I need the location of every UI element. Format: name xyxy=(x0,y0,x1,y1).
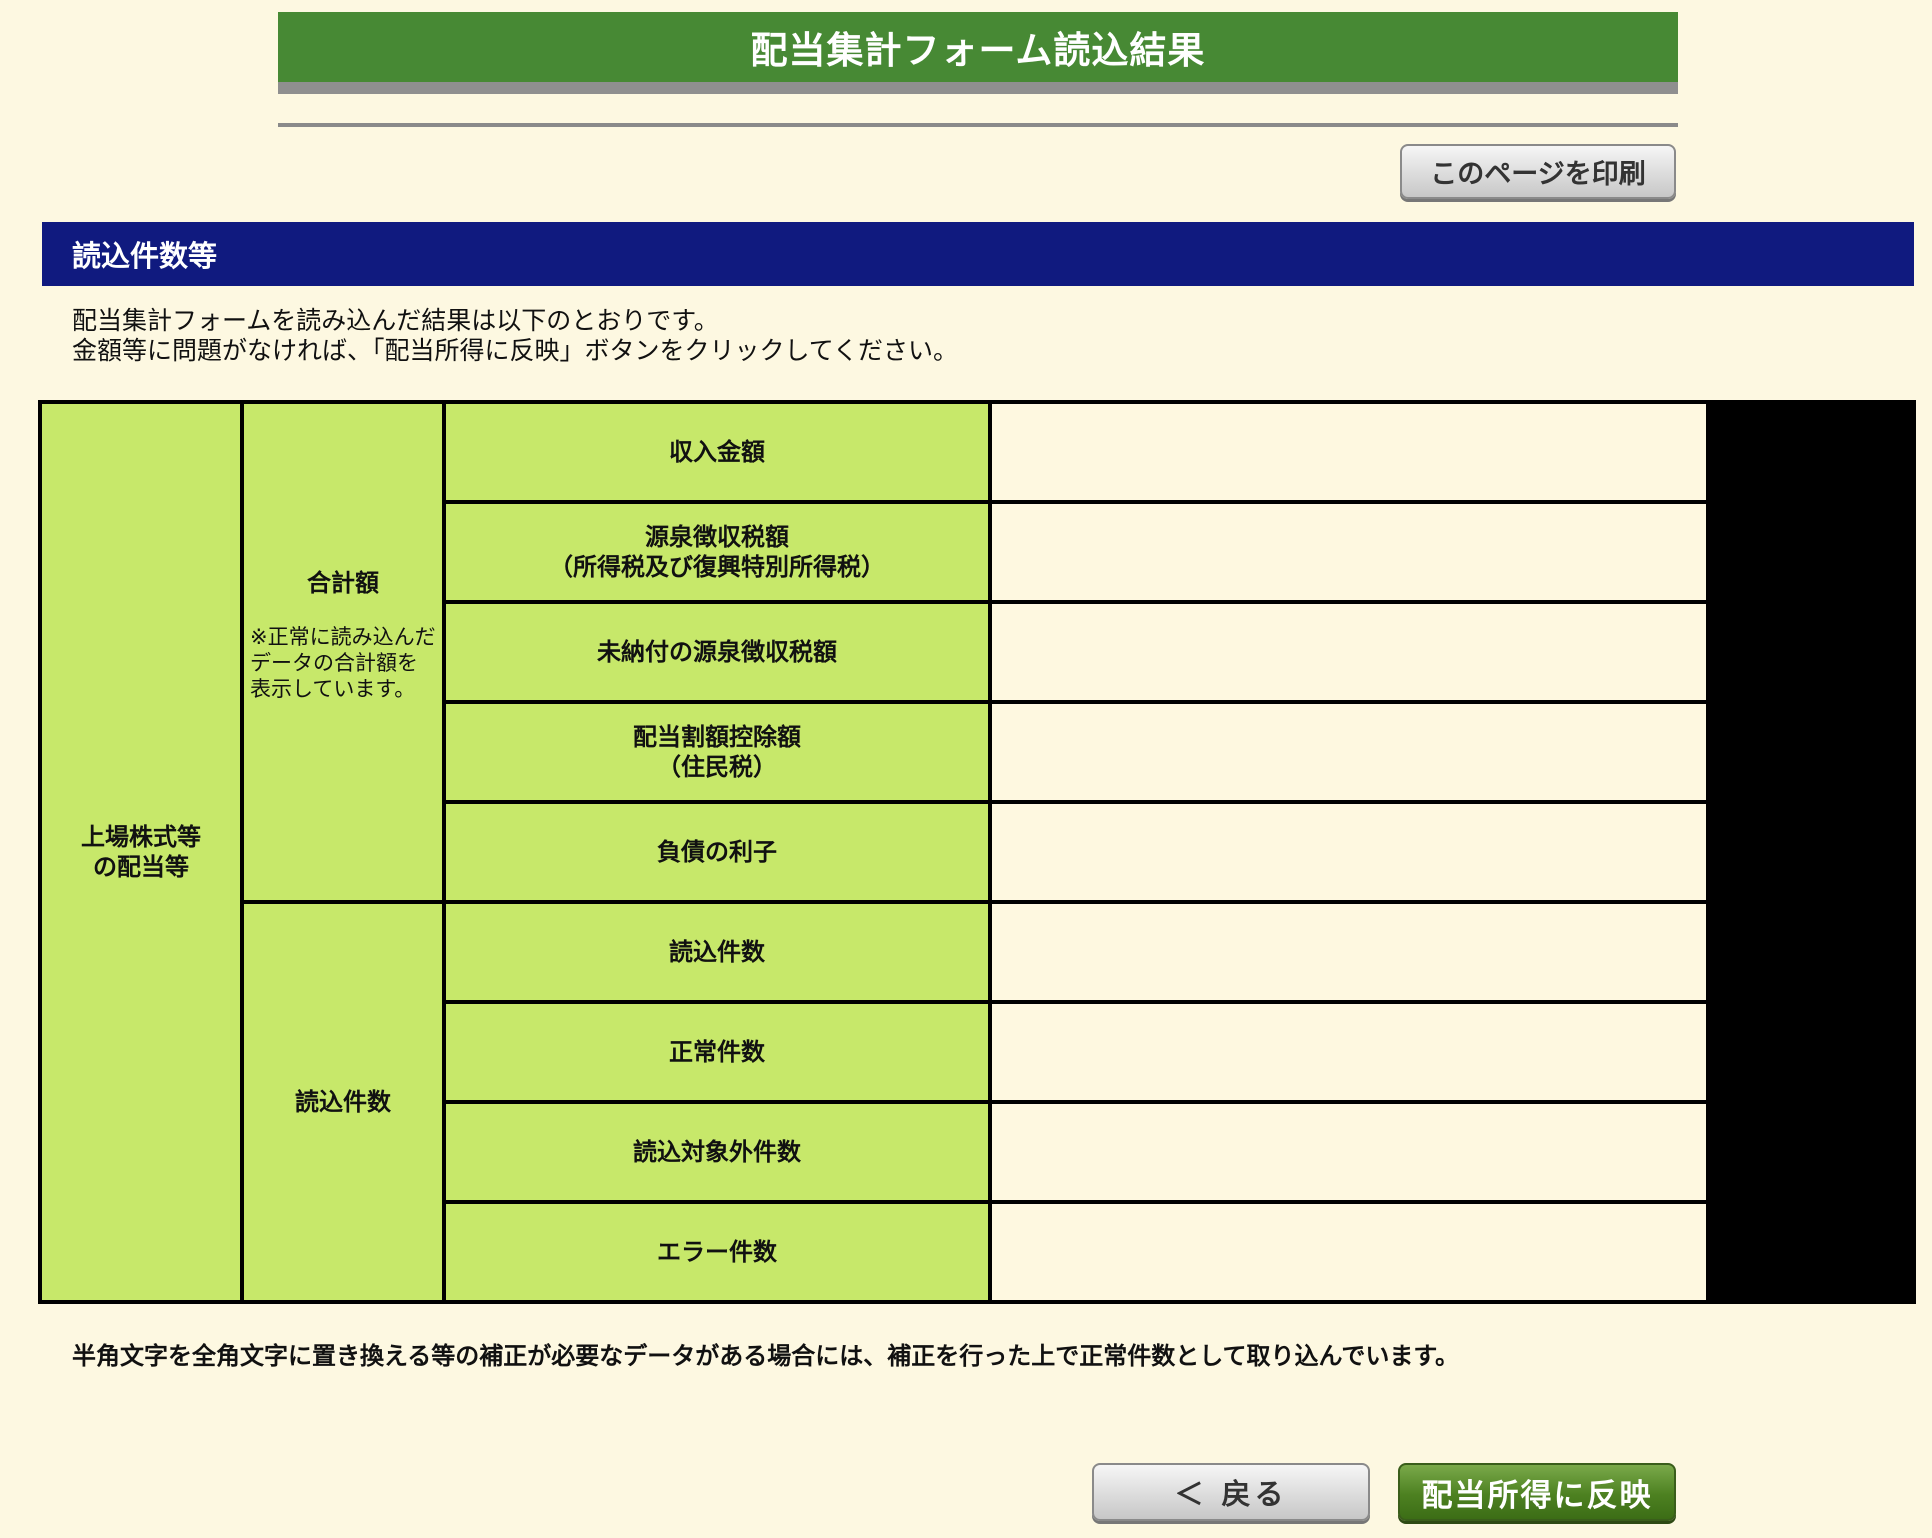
value-cell xyxy=(992,1104,1706,1200)
value-cell xyxy=(992,404,1706,500)
section-header: 読込件数等 xyxy=(42,222,1914,286)
total-group-cell: 合計額 ※正常に読み込んだデータの合計額を表示しています。 xyxy=(244,404,442,900)
value-cell xyxy=(992,804,1706,900)
value-cell xyxy=(992,704,1706,800)
category-label: 上場株式等 の配当等 xyxy=(81,823,201,881)
intro-text-line-2: 金額等に問題がなければ、「配当所得に反映」ボタンをクリックしてください。 xyxy=(72,336,959,365)
row-label: 未納付の源泉徴収税額 xyxy=(446,604,988,700)
print-button[interactable]: このページを印刷 xyxy=(1400,144,1676,199)
divider xyxy=(278,123,1678,127)
apply-to-dividend-income-button[interactable]: 配当所得に反映 xyxy=(1398,1463,1676,1521)
value-cell xyxy=(992,904,1706,1000)
title-underbar xyxy=(278,82,1678,94)
results-table: 上場株式等 の配当等 合計額 ※正常に読み込んだデータの合計額を表示しています。… xyxy=(38,400,1916,1304)
back-button[interactable]: ＜ 戻る xyxy=(1092,1463,1370,1521)
row-label: 正常件数 xyxy=(446,1004,988,1100)
count-group-label: 読込件数 xyxy=(295,1088,391,1116)
row-label: 読込対象外件数 xyxy=(446,1104,988,1200)
count-group-cell: 読込件数 xyxy=(244,904,442,1300)
row-label: 収入金額 xyxy=(446,404,988,500)
value-cell xyxy=(992,1004,1706,1100)
footer-note: 半角文字を全角文字に置き換える等の補正が必要なデータがある場合には、補正を行った… xyxy=(72,1342,1459,1370)
row-label: エラー件数 xyxy=(446,1204,988,1300)
row-label: 読込件数 xyxy=(446,904,988,1000)
value-cell xyxy=(992,1204,1706,1300)
total-group-note: ※正常に読み込んだデータの合計額を表示しています。 xyxy=(250,625,436,701)
row-label: 負債の利子 xyxy=(446,804,988,900)
value-cell xyxy=(992,604,1706,700)
page-title: 配当集計フォーム読込結果 xyxy=(278,12,1678,82)
category-cell: 上場株式等 の配当等 xyxy=(42,404,240,1300)
value-cell xyxy=(992,504,1706,600)
row-label: 配当割額控除額 （住民税） xyxy=(446,704,988,800)
total-group-label: 合計額 xyxy=(307,569,379,597)
row-label: 源泉徴収税額 （所得税及び復興特別所得税） xyxy=(446,504,988,600)
